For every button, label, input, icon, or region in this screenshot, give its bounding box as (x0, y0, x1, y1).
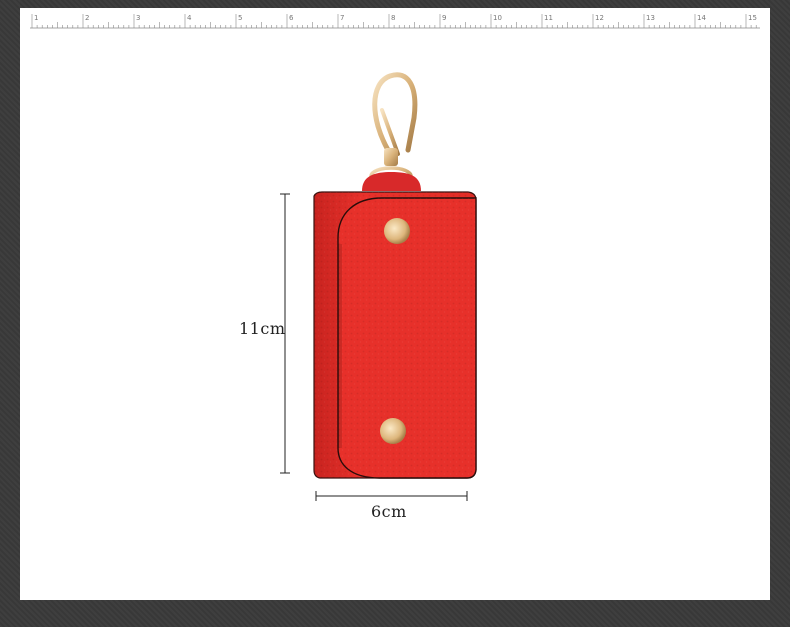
snap-stud-top (384, 218, 410, 244)
width-label: 6cm (371, 502, 407, 521)
snap-stud-bottom (380, 418, 406, 444)
height-label: 11cm (239, 319, 286, 338)
width-dimension-line (315, 491, 468, 501)
carabiner-hook (369, 72, 418, 186)
product-image-canvas: 1 2 3 4 5 6 7 8 9 10 11 12 13 14 15 11cm… (20, 8, 770, 600)
